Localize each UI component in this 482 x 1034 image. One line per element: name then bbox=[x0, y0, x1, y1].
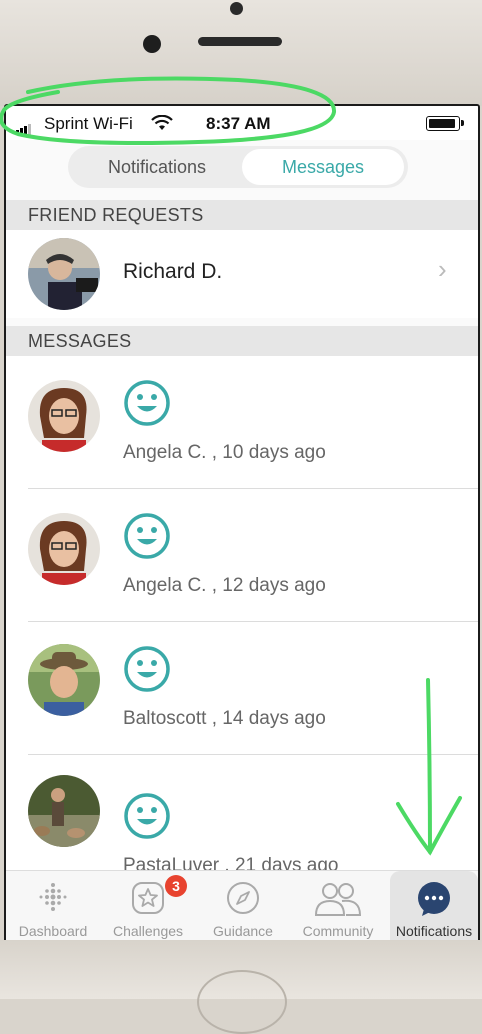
nav-dashboard[interactable]: Dashboard bbox=[6, 871, 100, 942]
messages-header: MESSAGES bbox=[6, 326, 478, 356]
nav-label: Challenges bbox=[112, 923, 184, 939]
tab-messages[interactable]: Messages bbox=[242, 149, 404, 185]
message-time: , 14 days ago bbox=[211, 708, 326, 729]
status-bar: Sprint Wi-Fi 8:37 AM bbox=[6, 106, 478, 140]
chevron-right-icon: › bbox=[438, 254, 447, 284]
smiley-icon bbox=[124, 380, 170, 426]
bottom-tab-bar: Dashboard 3 Challenges Guidance Communit… bbox=[6, 870, 478, 942]
friend-name: Richard D. bbox=[123, 260, 223, 283]
nav-community[interactable]: Community bbox=[290, 871, 386, 942]
nav-guidance[interactable]: Guidance bbox=[196, 871, 290, 942]
message-row[interactable]: Angela C. , 10 days ago bbox=[6, 356, 478, 489]
tab-switcher: Notifications Messages bbox=[68, 146, 408, 188]
message-meta: Angela C. , 12 days ago bbox=[123, 575, 326, 597]
tab-notifications[interactable]: Notifications bbox=[72, 149, 242, 185]
avatar bbox=[28, 644, 100, 716]
people-icon bbox=[314, 883, 362, 916]
front-camera bbox=[143, 35, 161, 53]
annotation-arrow bbox=[396, 678, 462, 856]
avatar bbox=[28, 380, 100, 452]
compass-icon bbox=[227, 882, 259, 914]
message-row[interactable]: Angela C. , 12 days ago bbox=[6, 489, 478, 622]
nav-label: Notifications bbox=[395, 923, 473, 939]
signal-strength-icon bbox=[16, 117, 32, 135]
message-meta: Baltoscott , 14 days ago bbox=[123, 708, 326, 730]
carrier-label: Sprint Wi-Fi bbox=[44, 114, 133, 133]
smiley-icon bbox=[124, 513, 170, 559]
dashboard-dots-icon bbox=[39, 883, 67, 911]
avatar bbox=[28, 238, 100, 310]
sender-name: Angela C. bbox=[123, 575, 207, 596]
friend-requests-header: FRIEND REQUESTS bbox=[6, 200, 478, 230]
sensor-dot bbox=[230, 2, 243, 15]
sender-name: Baltoscott bbox=[123, 708, 207, 729]
chat-bubble-icon bbox=[418, 882, 450, 916]
avatar bbox=[28, 775, 100, 847]
message-meta: Angela C. , 10 days ago bbox=[123, 442, 326, 464]
smiley-icon bbox=[124, 646, 170, 692]
message-time: , 12 days ago bbox=[211, 575, 326, 596]
star-badge-icon bbox=[132, 882, 164, 914]
challenges-badge: 3 bbox=[165, 875, 187, 897]
phone-bezel-top bbox=[0, 0, 482, 106]
battery-icon bbox=[426, 116, 460, 131]
message-time: , 10 days ago bbox=[211, 442, 326, 463]
home-button[interactable] bbox=[197, 970, 287, 1034]
friend-request-row[interactable]: Richard D. › bbox=[6, 230, 478, 318]
nav-label: Guidance bbox=[213, 923, 273, 939]
nav-label: Dashboard bbox=[18, 923, 88, 939]
clock: 8:37 AM bbox=[206, 114, 271, 133]
nav-notifications[interactable]: Notifications bbox=[390, 871, 478, 942]
earpiece-speaker bbox=[198, 37, 282, 46]
wifi-icon bbox=[151, 115, 173, 130]
sender-name: Angela C. bbox=[123, 442, 207, 463]
smiley-icon bbox=[124, 793, 170, 839]
nav-label: Community bbox=[302, 923, 374, 939]
avatar bbox=[28, 513, 100, 585]
nav-challenges[interactable]: 3 Challenges bbox=[100, 871, 196, 942]
